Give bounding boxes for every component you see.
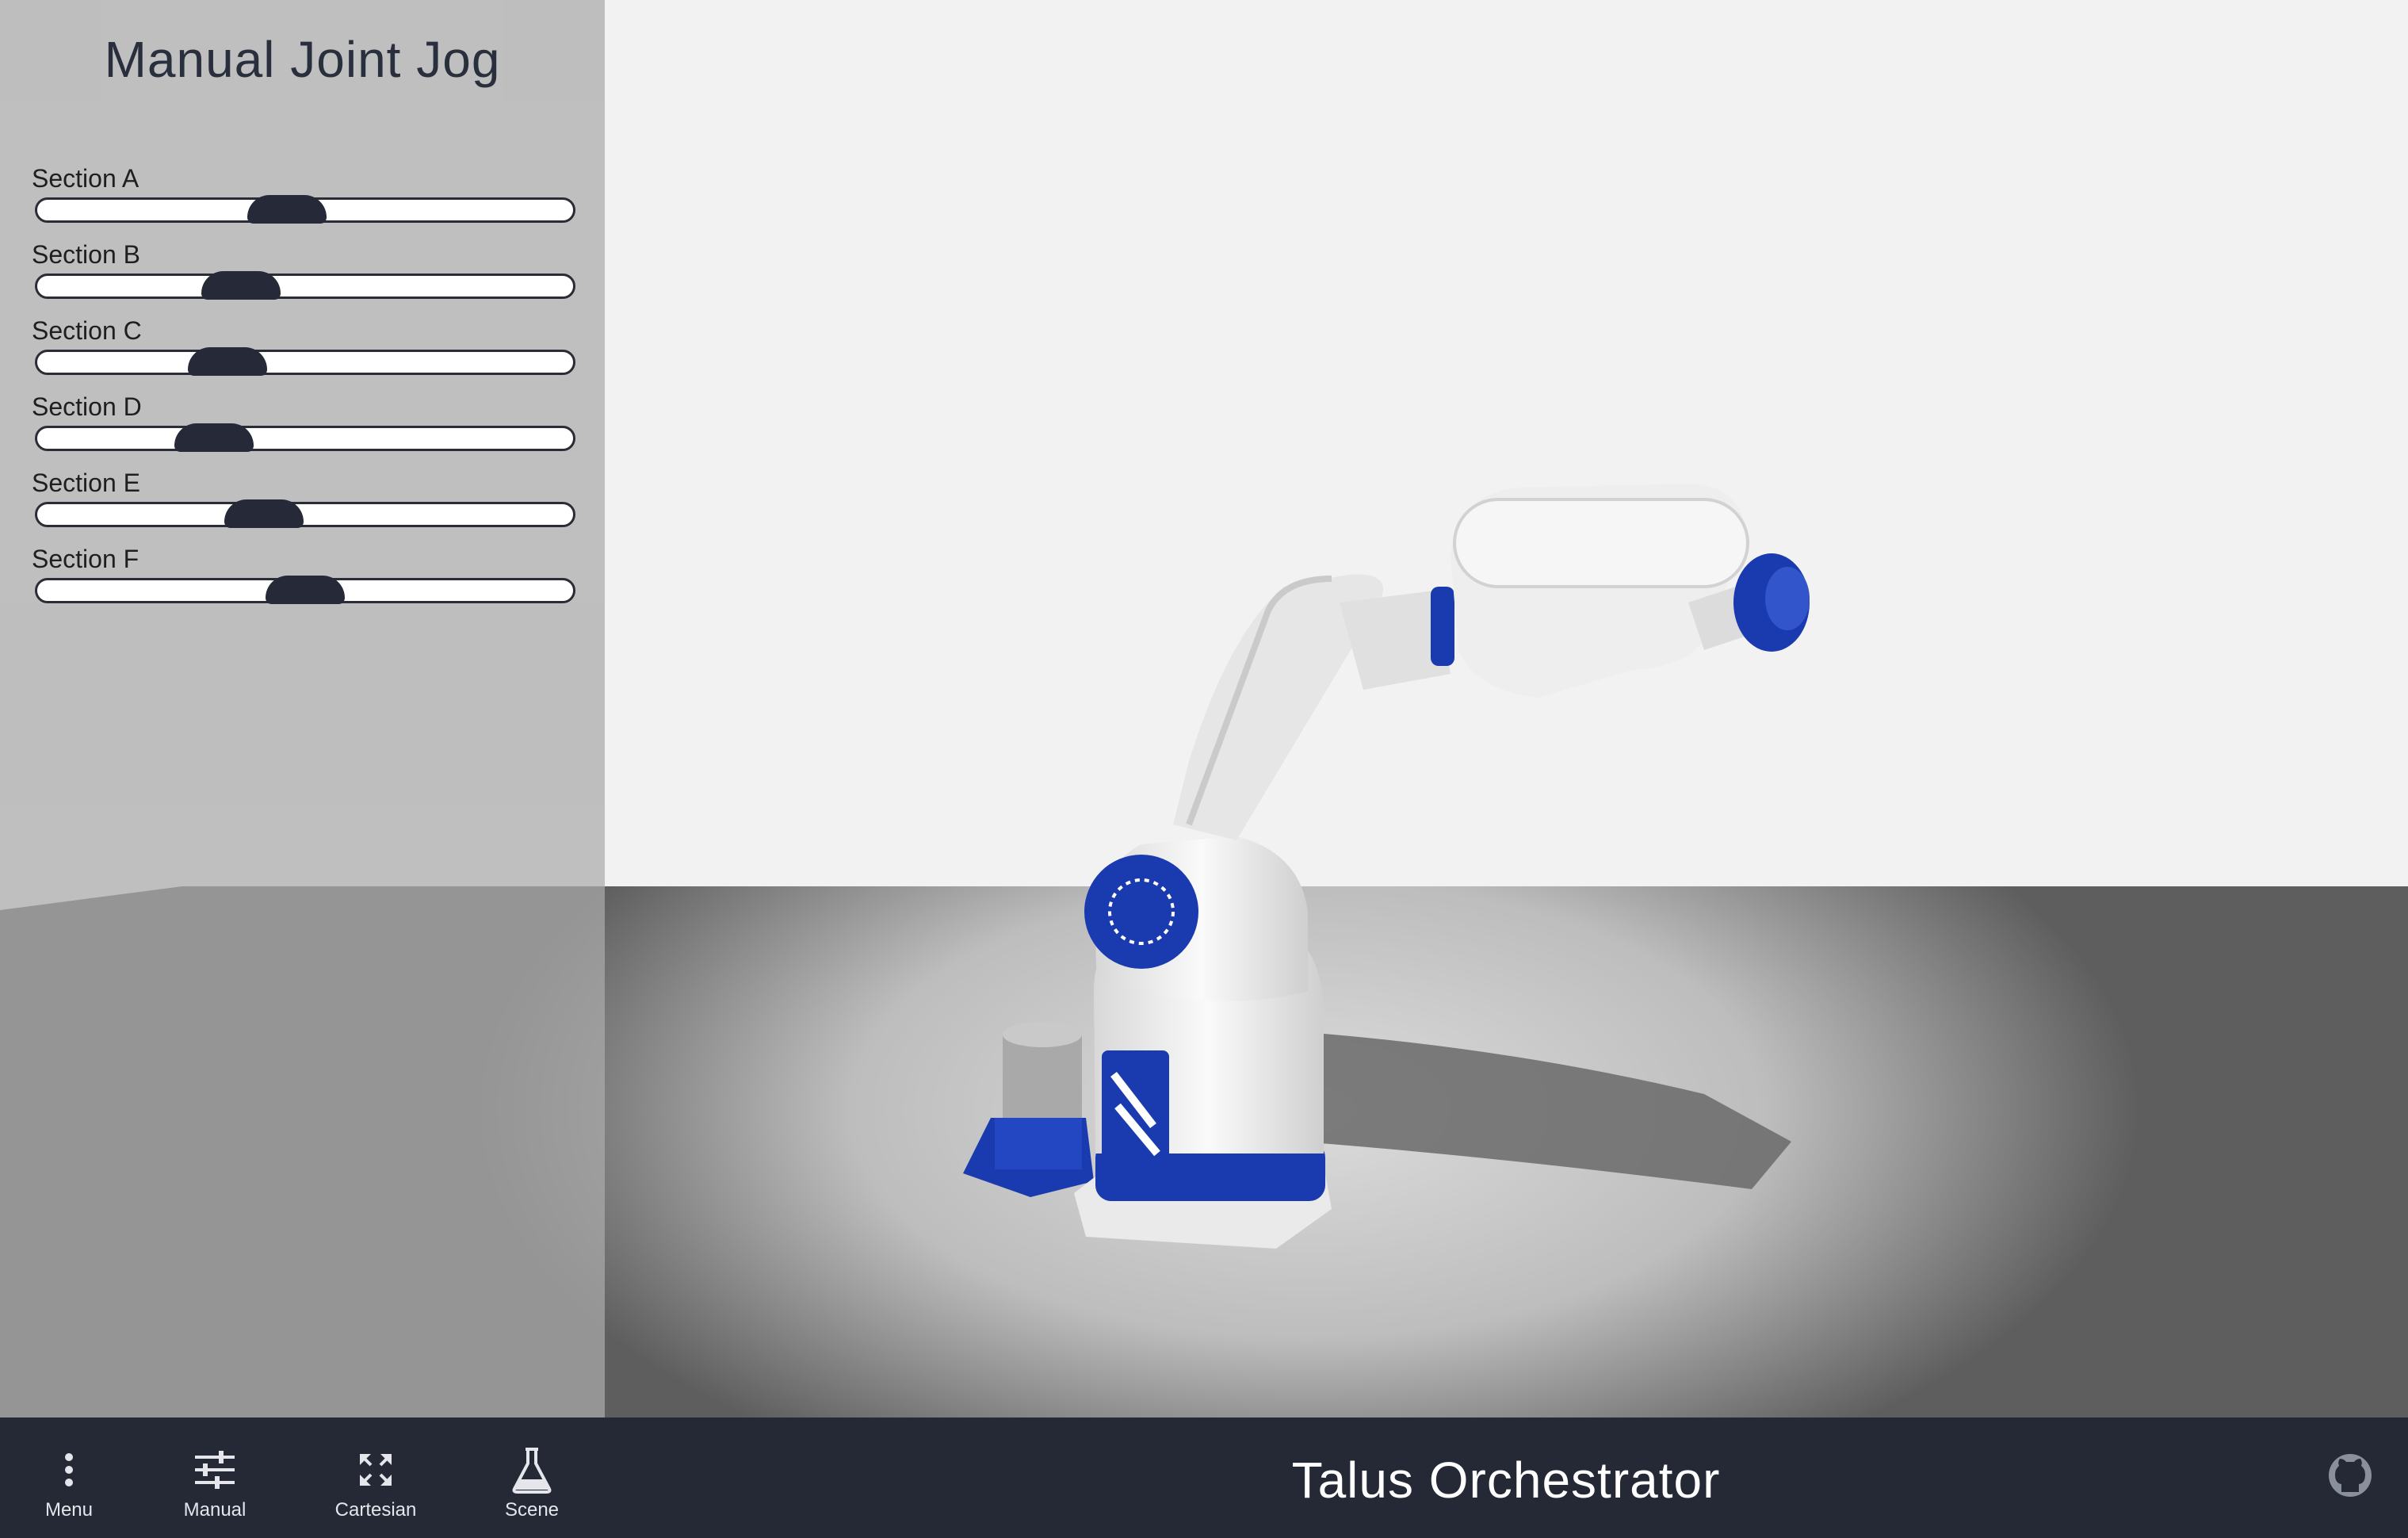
sliders-icon (147, 1446, 282, 1494)
slider-section-c: Section C (32, 315, 579, 376)
scene-button[interactable]: Scene (464, 1417, 599, 1538)
slider-section-b: Section B (32, 239, 579, 300)
slider-thumb[interactable] (188, 347, 268, 376)
slider-thumb[interactable] (174, 423, 254, 452)
slider-label: Section A (32, 164, 140, 193)
slider-label: Section D (32, 392, 142, 421)
slider-track[interactable] (35, 271, 575, 300)
slider-track[interactable] (35, 576, 575, 604)
slider-track[interactable] (35, 499, 575, 528)
slider-track[interactable] (35, 423, 575, 452)
slider-thumb[interactable] (201, 271, 281, 300)
slider-label: Section B (32, 240, 140, 269)
slider-section-d: Section D (32, 391, 579, 452)
panel-title: Manual Joint Jog (104, 31, 501, 88)
nav-label: Menu (44, 1499, 94, 1521)
slider-track[interactable] (35, 195, 575, 224)
manual-button[interactable]: Manual (147, 1417, 282, 1538)
expand-arrows-icon (308, 1446, 443, 1494)
slider-thumb[interactable] (266, 576, 345, 604)
slider-thumb[interactable] (224, 499, 304, 528)
nav-label: Cartesian (334, 1499, 417, 1521)
slider-label: Section C (32, 316, 142, 345)
slider-section-a: Section A (32, 163, 579, 224)
slider-label: Section E (32, 469, 140, 497)
app-title: Talus Orchestrator (1291, 1452, 1721, 1509)
manual-joint-jog-panel: Manual Joint Jog Section A Section B Sec… (0, 0, 605, 1417)
cartesian-button[interactable]: Cartesian (308, 1417, 443, 1538)
slider-section-e: Section E (32, 467, 579, 528)
bottom-nav-bar: Menu Manual Cartesian Scene Talus Orches… (0, 1417, 2408, 1538)
slider-section-f: Section F (32, 543, 579, 604)
slider-thumb[interactable] (247, 195, 327, 224)
flask-icon (464, 1446, 599, 1494)
github-icon[interactable] (2322, 1448, 2378, 1503)
menu-button[interactable]: Menu (2, 1417, 136, 1538)
more-vertical-icon (2, 1446, 136, 1494)
slider-label: Section F (32, 545, 140, 573)
nav-label: Manual (183, 1499, 247, 1521)
slider-track[interactable] (35, 347, 575, 376)
nav-label: Scene (504, 1499, 560, 1521)
